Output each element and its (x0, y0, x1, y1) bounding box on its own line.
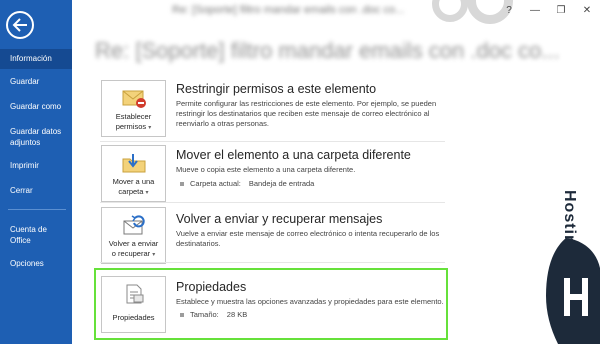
restore-icon[interactable]: ❐ (548, 0, 574, 20)
section-description: Mueve o copia este elemento a una carpet… (176, 165, 356, 174)
nav-opciones[interactable]: Opciones (0, 258, 72, 269)
volver-enviar-button[interactable]: Volver a enviar o recuperar ▾ (101, 207, 166, 264)
nav-guardar-adjuntos[interactable]: Guardar datos adjuntos (0, 126, 64, 148)
close-icon[interactable]: ✕ (574, 0, 600, 20)
bullet-icon (180, 181, 184, 186)
nav-cuenta-office[interactable]: Cuenta de Office (0, 224, 60, 246)
mover-carpeta-button[interactable]: Mover a una carpeta ▾ (101, 145, 166, 202)
nav-imprimir[interactable]: Imprimir (0, 160, 72, 171)
message-header-title: Re: [Soporte] filtro mandar emails con .… (95, 38, 560, 63)
tile-label-line2: o recuperar (111, 249, 151, 258)
current-folder-detail: Carpeta actual: Bandeja de entrada (180, 179, 314, 188)
section-description: Permite configurar las restricciones de … (176, 99, 437, 128)
section-description: Vuelve a enviar este mensaje de correo e… (176, 229, 440, 248)
detail-label: Carpeta actual: (190, 179, 241, 188)
backstage-sidebar: Información Guardar Guardar como Guardar… (0, 0, 72, 344)
establecer-permisos-button[interactable]: Establecer permisos ▾ (101, 80, 166, 137)
help-icon[interactable]: ? (496, 0, 522, 20)
nav-cerrar[interactable]: Cerrar (0, 185, 72, 196)
resend-envelope-icon (123, 215, 145, 235)
section-divider (100, 141, 445, 142)
decoration-circle (432, 0, 468, 22)
detail-value: Bandeja de entrada (248, 179, 315, 188)
dropdown-caret-icon: ▾ (152, 252, 156, 258)
envelope-restrict-icon (122, 90, 146, 108)
back-arrow-icon[interactable] (6, 11, 34, 39)
nav-divider (8, 209, 66, 210)
window-title: Re: [Soporte] filtro mandar emails con .… (172, 4, 405, 16)
dropdown-caret-icon: ▾ (145, 190, 149, 196)
nav-guardar-como[interactable]: Guardar como (0, 101, 72, 112)
section-title: Mover el elemento a una carpeta diferent… (176, 148, 411, 162)
nav-informacion[interactable]: Información (0, 49, 72, 69)
hostinet-logo-icon (546, 238, 600, 344)
nav-guardar[interactable]: Guardar (0, 76, 72, 87)
section-title: Restringir permisos a este elemento (176, 82, 377, 96)
section-divider (100, 262, 445, 263)
tile-label-line2: permisos (115, 122, 147, 131)
move-folder-icon (122, 154, 145, 173)
section-divider (100, 202, 445, 203)
minimize-icon[interactable]: — (522, 0, 548, 20)
tile-label-line1: Mover a una (112, 177, 155, 186)
section-title: Volver a enviar y recuperar mensajes (176, 212, 383, 226)
dropdown-caret-icon: ▾ (148, 125, 152, 131)
tile-label-line2: carpeta (118, 187, 144, 196)
tile-label-line1: Volver a enviar (108, 239, 159, 248)
tile-label-line1: Establecer (115, 112, 152, 121)
highlight-frame (94, 268, 448, 340)
window-controls: ? — ❐ ✕ (496, 0, 600, 22)
title-bar: Re: [Soporte] filtro mandar emails con .… (72, 0, 600, 30)
